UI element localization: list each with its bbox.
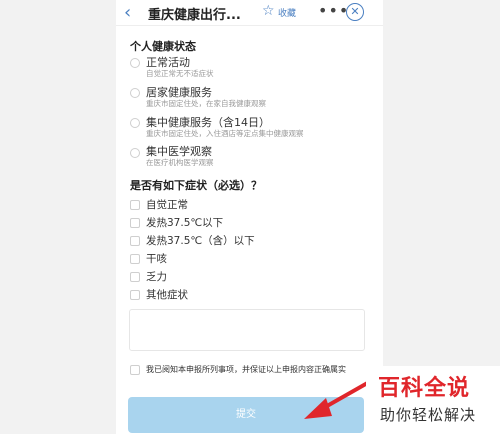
radio-home-service[interactable] — [130, 88, 140, 98]
phone-screen: ‹ 重庆健康出行... ☆ 收藏 ••• ✕ 个人健康状态 正常活动 自觉正常无… — [116, 0, 383, 434]
other-symptoms-textarea[interactable] — [129, 309, 365, 351]
checkbox-fever-incl[interactable] — [130, 236, 140, 246]
symptom-label: 干咳 — [146, 253, 167, 265]
top-bar: ‹ 重庆健康出行... ☆ 收藏 ••• ✕ — [116, 0, 383, 26]
checkbox-cough[interactable] — [130, 254, 140, 264]
checkbox-fever-below[interactable] — [130, 218, 140, 228]
watermark-title: 百科全说 — [378, 376, 471, 401]
checkbox-other[interactable] — [130, 290, 140, 300]
symptom-label: 发热37.5℃以下 — [146, 217, 224, 229]
option-desc: 在医疗机构医学观察 — [146, 158, 214, 167]
symptom-label: 自觉正常 — [146, 199, 188, 211]
checkbox-fatigue[interactable] — [130, 272, 140, 282]
option-desc: 自觉正常无不适症状 — [146, 69, 214, 78]
close-circle-icon[interactable]: ✕ — [346, 3, 364, 21]
chevron-left-icon[interactable]: ‹ — [124, 2, 131, 23]
agreement-text: 我已阅知本申报所列事项，并保证以上申报内容正确属实 — [146, 365, 346, 374]
option-desc: 重庆市固定住处，在家自我健康观察 — [146, 99, 266, 108]
symptom-label: 乏力 — [146, 271, 167, 283]
submit-button[interactable]: 提交 — [128, 397, 364, 433]
symptoms-title: 是否有如下症状（必选）？ — [130, 179, 262, 192]
checkbox-normal[interactable] — [130, 200, 140, 210]
radio-central-service[interactable] — [130, 118, 140, 128]
watermark-subtitle: 助你轻松解决 — [380, 406, 477, 424]
star-icon[interactable]: ☆ — [262, 3, 275, 19]
agreement-checkbox[interactable] — [130, 365, 140, 375]
option-desc: 重庆市固定住处，入住酒店等定点集中健康观察 — [146, 129, 304, 138]
ellipsis-icon[interactable]: ••• — [318, 1, 349, 20]
watermark: 百科全说 助你轻松解决 — [366, 366, 500, 434]
symptom-label: 其他症状 — [146, 289, 188, 301]
page-title: 重庆健康出行... — [148, 8, 241, 23]
health-status-title: 个人健康状态 — [130, 40, 196, 53]
radio-normal[interactable] — [130, 58, 140, 68]
symptom-label: 发热37.5℃（含）以下 — [146, 235, 255, 247]
favorite-button[interactable]: 收藏 — [278, 6, 296, 19]
radio-medical-observation[interactable] — [130, 148, 140, 158]
